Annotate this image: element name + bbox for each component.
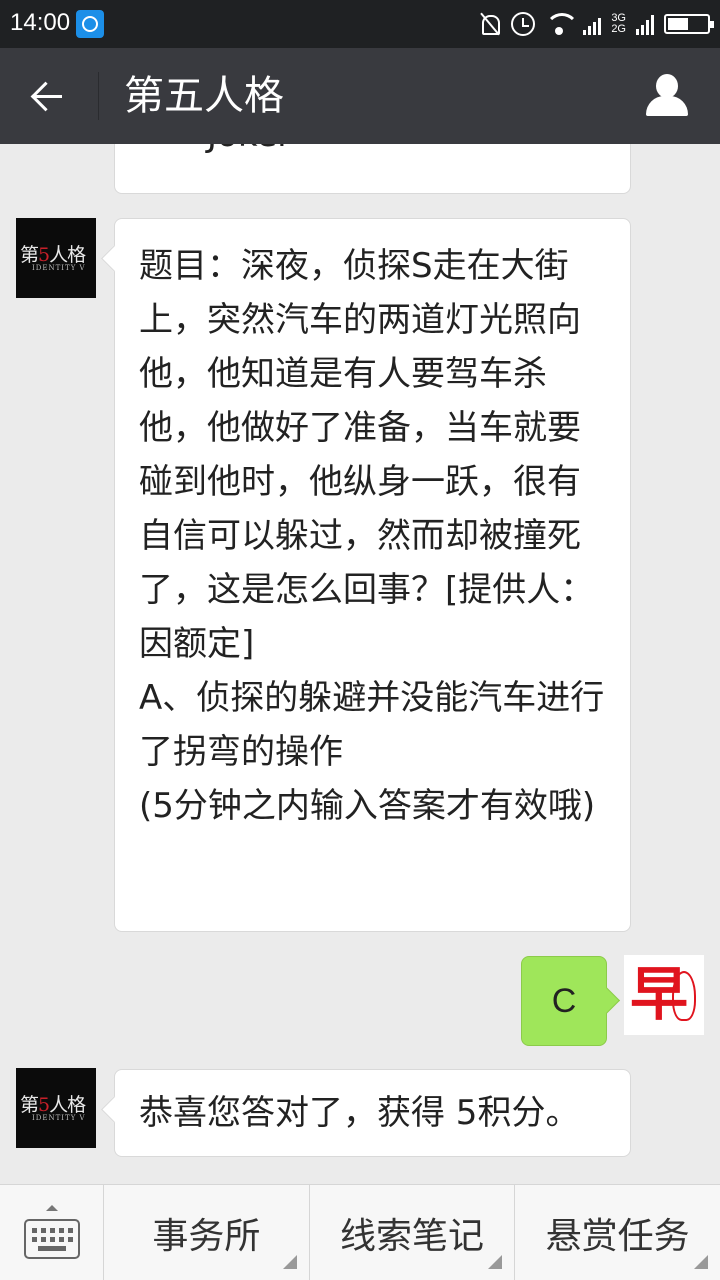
mute-bell-icon (479, 12, 501, 36)
title-divider (98, 72, 99, 120)
avatar-logo-sub: IDENTITY V (32, 264, 86, 272)
wifi-icon (545, 13, 580, 35)
menu-label: 悬赏任务 (545, 1216, 690, 1257)
previous-message-bubble[interactable]: ——Joker (114, 144, 631, 194)
alarm-icon (511, 12, 536, 36)
page-title: 第五人格 (124, 73, 284, 119)
result-message-bubble[interactable]: 恭喜您答对了，获得 5积分。 (114, 1069, 631, 1157)
submenu-corner-icon (488, 1255, 503, 1269)
avatar-logo-sub: IDENTITY V (32, 1114, 86, 1122)
submenu-corner-icon (282, 1255, 297, 1269)
network-2g: 2G (611, 23, 626, 35)
expand-arrow-icon (46, 1205, 58, 1211)
previous-message-text: ——Joker (139, 144, 291, 153)
logo-left: 第 (20, 1094, 39, 1116)
logo-five: 5 (38, 1094, 50, 1116)
signal-icon-sim2 (636, 13, 654, 35)
submenu-corner-icon (694, 1255, 709, 1269)
status-time: 14:00 (10, 9, 71, 36)
question-text: 题目：深夜，侦探S走在大街上，突然汽车的两道灯光照向他，他知道是有人要驾车杀他，… (139, 246, 605, 826)
battery-icon (664, 14, 714, 34)
network-type: 3G 2G (611, 13, 626, 35)
title-bar: 第五人格 (0, 48, 720, 144)
user-avatar[interactable]: 早 (624, 955, 704, 1035)
rose-icon (672, 971, 696, 1021)
status-icons: 3G 2G (479, 8, 714, 40)
logo-right: 人格 (49, 244, 86, 266)
menu-item-office[interactable]: 事务所 (104, 1185, 310, 1280)
avatar-logo: 第5人格 (20, 240, 92, 267)
clock-app-icon (76, 10, 104, 38)
menu-item-bounty-tasks[interactable]: 悬赏任务 (515, 1185, 720, 1280)
result-text: 恭喜您答对了，获得 5积分。 (139, 1093, 580, 1133)
profile-icon[interactable] (642, 70, 694, 122)
status-bar: 14:00 3G 2G (0, 0, 720, 48)
profile-body (646, 96, 688, 116)
menu-item-clue-notes[interactable]: 线索笔记 (310, 1185, 516, 1280)
keyboard-icon (24, 1219, 80, 1259)
question-message-bubble[interactable]: 题目：深夜，侦探S走在大街上，突然汽车的两道灯光照向他，他知道是有人要驾车杀他，… (114, 218, 631, 932)
keyboard-toggle-button[interactable] (0, 1185, 104, 1280)
back-arrow-icon[interactable] (18, 68, 78, 124)
bottom-menu: 事务所 线索笔记 悬赏任务 (0, 1184, 720, 1280)
user-reply-bubble[interactable]: C (521, 956, 607, 1046)
logo-right: 人格 (49, 1094, 86, 1116)
signal-icon-sim1 (583, 13, 602, 35)
logo-left: 第 (20, 244, 39, 266)
menu-label: 事务所 (152, 1216, 261, 1257)
menu-label: 线索笔记 (340, 1216, 485, 1257)
official-account-avatar[interactable]: 第5人格 IDENTITY V (16, 218, 96, 298)
avatar-logo: 第5人格 (20, 1090, 92, 1117)
chat-area[interactable]: ——Joker 第5人格 IDENTITY V 题目：深夜，侦探S走在大街上，突… (0, 144, 720, 1184)
profile-head (656, 74, 678, 98)
official-account-avatar-2[interactable]: 第5人格 IDENTITY V (16, 1068, 96, 1148)
logo-five: 5 (38, 244, 50, 266)
